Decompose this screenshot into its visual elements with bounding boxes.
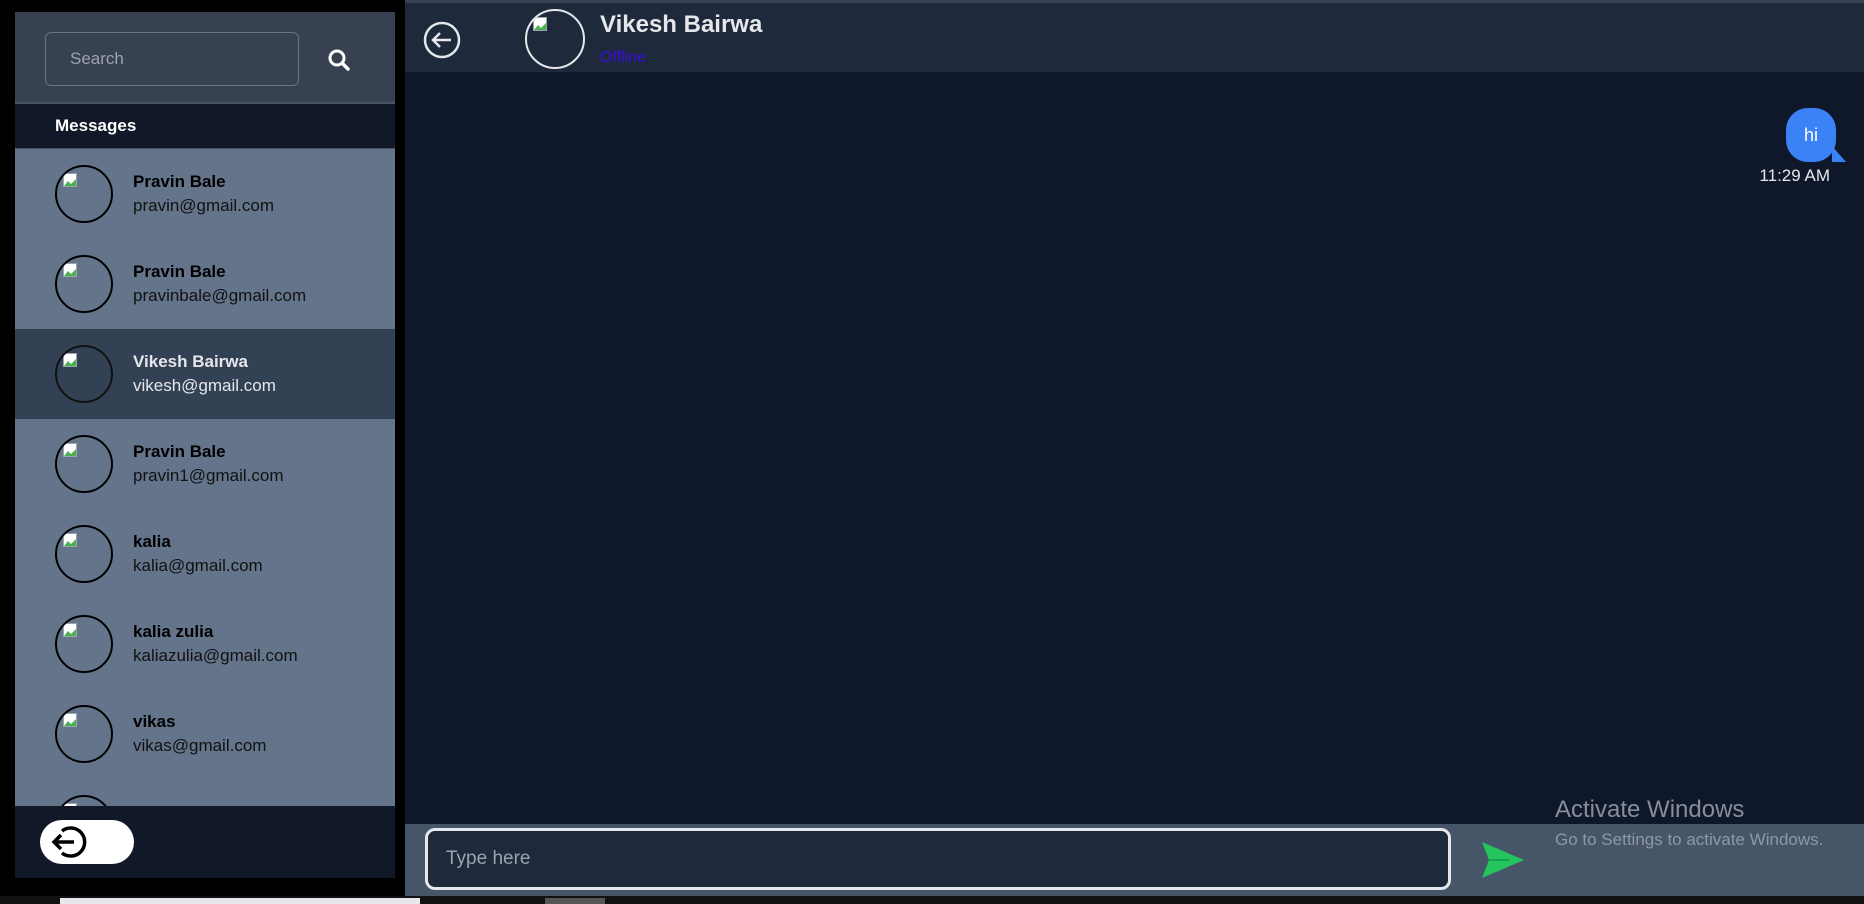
contact-info: Pravin Bale pravin1@gmail.com	[133, 440, 283, 488]
message-input[interactable]	[425, 828, 1451, 890]
send-icon	[1482, 842, 1524, 878]
contact-name: vikas	[133, 711, 176, 731]
broken-image-icon	[533, 17, 547, 31]
contact-avatar	[55, 344, 113, 403]
broken-image-icon	[63, 712, 77, 727]
broken-image-icon	[63, 262, 77, 277]
contact-email: kaliazulia@gmail.com	[133, 645, 298, 665]
contact-email: pravinbale@gmail.com	[133, 285, 307, 305]
broken-image-icon	[63, 622, 77, 637]
sidebar: Messages Pravin Balepravin@gmail.comPrav…	[15, 12, 395, 878]
contact-avatar	[55, 164, 113, 223]
contact-avatar	[55, 794, 113, 807]
contact-name: kalia zulia	[133, 621, 214, 641]
messages-header: Messages	[15, 103, 395, 149]
contact-item[interactable]: Vikesh Bairwa vikesh@gmail.com	[15, 328, 395, 419]
contact-email: kalia@gmail.com	[133, 555, 263, 575]
contact-item[interactable]: kalia zulia kaliazulia@gmail.com	[15, 599, 395, 689]
taskbar-strip	[0, 896, 1864, 904]
contact-name: Pravin Bale	[133, 441, 226, 461]
watermark-title: Activate Windows	[1555, 796, 1745, 823]
logout-button[interactable]	[40, 820, 134, 865]
contact-name: Pravin Bale	[133, 261, 226, 281]
chat-header: Vikesh Bairwa Offline	[405, 0, 1864, 72]
contact-avatar	[55, 614, 113, 673]
broken-image-icon	[63, 802, 77, 807]
contact-item[interactable]: Pravin Bale pravin1@gmail.com	[15, 419, 395, 509]
search-input[interactable]	[45, 32, 299, 86]
contact-email: pravin1@gmail.com	[133, 465, 284, 485]
taskbar-segment	[545, 898, 605, 904]
contact-name: Vikesh Bairwa	[133, 351, 248, 371]
contact-info: Vikesh Bairwa vikesh@gmail.com	[133, 350, 276, 398]
search-icon	[328, 49, 350, 71]
contact-name: Pravin Bale	[133, 171, 226, 191]
contact-avatar	[55, 524, 113, 583]
watermark-subtitle: Go to Settings to activate Windows.	[1555, 830, 1824, 849]
message-timestamp: 11:29 AM	[1759, 166, 1830, 185]
contact-avatar	[55, 434, 113, 493]
contact-info: vikas vikas@gmail.com	[133, 710, 266, 758]
chat-contact-name: Vikesh Bairwa	[600, 11, 763, 38]
windows-activation-watermark: Activate Windows Go to Settings to activ…	[1555, 796, 1823, 850]
chat-panel: Vikesh Bairwa Offline hi 11:29 AM Activa…	[405, 0, 1864, 904]
message-bubble: hi	[1785, 108, 1847, 162]
broken-image-icon	[63, 442, 77, 457]
contact-name: kalia	[133, 531, 171, 551]
contact-email: vikas@gmail.com	[133, 735, 267, 755]
contact-avatar	[55, 704, 113, 763]
sidebar-footer	[15, 806, 395, 878]
arrow-left-circle-icon	[423, 21, 461, 59]
search-button[interactable]	[321, 42, 357, 78]
contact-item[interactable]: kalia kalia@gmail.com	[15, 509, 395, 599]
contact-avatar	[525, 9, 585, 69]
contact-email: vikesh@gmail.com	[133, 375, 276, 395]
contact-avatar	[55, 254, 113, 313]
chat-contact-status: Offline	[600, 49, 646, 66]
broken-image-icon	[63, 172, 77, 187]
send-button[interactable]	[1480, 840, 1526, 880]
back-button[interactable]	[423, 21, 461, 59]
logout-icon	[51, 826, 87, 858]
contact-item[interactable]: Pravin Bale pravin@gmail.com	[15, 149, 395, 239]
contact-info: kalia zulia kaliazulia@gmail.com	[133, 620, 298, 668]
contact-item[interactable]: vikas1	[15, 779, 395, 807]
broken-image-icon	[63, 532, 77, 547]
contact-item[interactable]: Pravin Bale pravinbale@gmail.com	[15, 239, 395, 329]
contact-item[interactable]: vikas vikas@gmail.com	[15, 689, 395, 779]
broken-image-icon	[63, 352, 77, 367]
contact-info: kalia kalia@gmail.com	[133, 530, 263, 578]
contact-info: Pravin Bale pravin@gmail.com	[133, 170, 274, 218]
taskbar-segment	[60, 898, 420, 904]
contact-list: Pravin Bale pravin@gmail.com Pravin Bale pr…	[15, 148, 395, 807]
search-area	[15, 12, 395, 104]
contact-info: Pravin Bale pravinbale@gmail.com	[133, 260, 306, 308]
contact-email: pravin@gmail.com	[133, 195, 275, 215]
